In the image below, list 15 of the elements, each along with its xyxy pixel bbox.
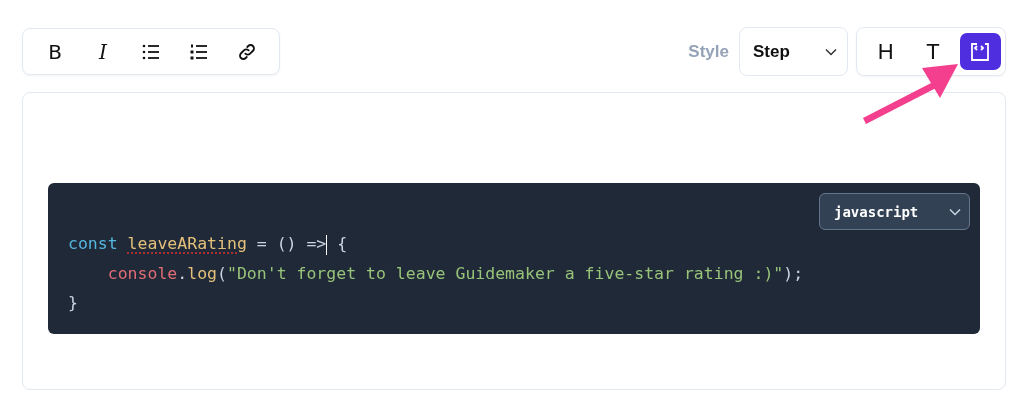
code-line: const leaveARating = () => { — [68, 233, 349, 257]
bold-button[interactable]: B — [33, 33, 77, 70]
block-type-button[interactable]: T — [912, 33, 954, 70]
code-line: } — [68, 292, 79, 314]
code-block-icon — [969, 41, 992, 62]
italic-button[interactable]: I — [81, 33, 125, 70]
style-label: Style — [688, 41, 729, 62]
chevron-down-icon — [825, 47, 837, 56]
language-select[interactable]: javascript — [819, 193, 970, 230]
block-type-button[interactable]: H — [865, 33, 907, 70]
code-block-button[interactable] — [959, 33, 1001, 70]
code-line: console.log("Don't forget to leave Guidemaker a five-star rating :)"); — [106, 262, 805, 285]
link-icon — [237, 41, 257, 62]
style-select[interactable]: Step — [739, 27, 848, 76]
chevron-down-icon — [949, 207, 961, 216]
